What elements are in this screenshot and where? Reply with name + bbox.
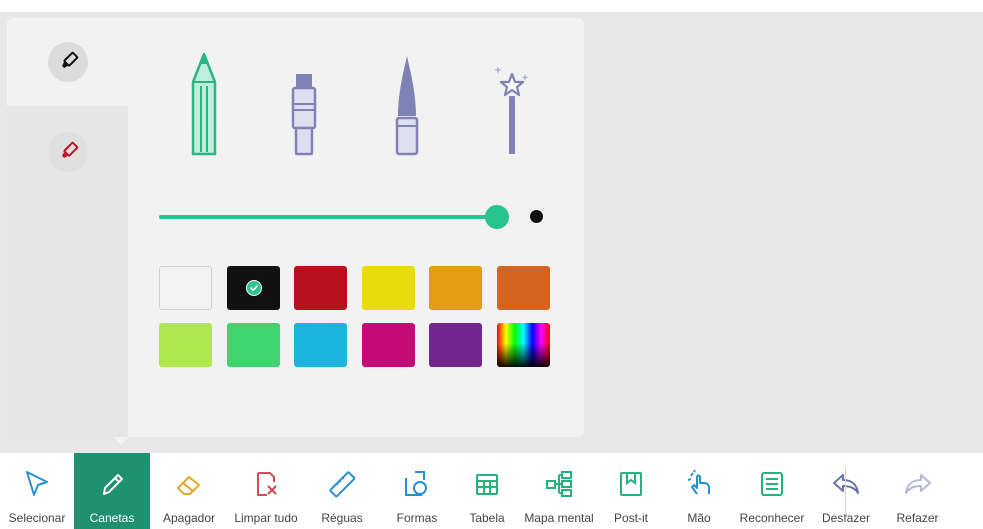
marker-pen-icon — [291, 74, 317, 156]
shapes-icon — [401, 467, 433, 501]
marker-icon — [61, 51, 78, 69]
color-swatch-8[interactable] — [294, 323, 347, 367]
tool-label: Canetas — [89, 511, 135, 525]
color-swatch-4[interactable] — [429, 266, 482, 310]
pen-type-marker[interactable] — [274, 52, 334, 162]
color-swatch-3[interactable] — [362, 266, 415, 310]
tool-undo-button[interactable]: Desfazer — [810, 453, 882, 529]
tool-shapes-button[interactable]: Formas — [380, 453, 454, 529]
pen-category-sidebar — [7, 18, 128, 437]
tool-mind-map-button[interactable]: Mapa mental — [520, 453, 598, 529]
pen-type-brush[interactable] — [377, 52, 437, 162]
color-swatch-10[interactable] — [429, 323, 482, 367]
tool-label: Tabela — [469, 511, 505, 525]
table-icon — [471, 467, 503, 501]
pen-settings-panel — [7, 18, 584, 437]
tool-pen-button[interactable]: Canetas — [74, 453, 150, 529]
color-swatch-2[interactable] — [294, 266, 347, 310]
thickness-slider-thumb[interactable] — [485, 205, 509, 229]
tool-label: Réguas — [321, 511, 363, 525]
tool-label: Mapa mental — [524, 511, 594, 525]
toolbar-divider — [845, 467, 846, 515]
clear-all-icon — [250, 467, 282, 501]
hand-icon — [683, 467, 715, 501]
bottom-toolbar: Selecionar Canetas Apagador Limpar tudo Régu… — [0, 453, 983, 529]
magic-wand-icon — [494, 66, 529, 154]
mind-map-icon — [543, 467, 575, 501]
color-swatch-1[interactable] — [227, 266, 280, 310]
tool-label: Post-it — [613, 511, 648, 525]
pencil-icon — [191, 52, 217, 156]
pen-category-tab-pen[interactable] — [7, 18, 128, 106]
tool-label: Limpar tudo — [234, 511, 298, 525]
tool-label: Mão — [687, 511, 711, 525]
cursor-icon — [21, 467, 53, 501]
color-swatch-6[interactable] — [159, 323, 212, 367]
tool-eraser-button[interactable]: Apagador — [150, 453, 228, 529]
color-swatch-5[interactable] — [497, 266, 550, 310]
tool-recognize-button[interactable]: Reconhecer — [734, 453, 810, 529]
pen-type-pencil[interactable] — [174, 52, 234, 162]
ruler-icon — [326, 467, 358, 501]
tool-cursor-button[interactable]: Selecionar — [0, 453, 74, 529]
pen-type-magic[interactable] — [480, 52, 540, 162]
custom-color-picker[interactable] — [497, 323, 550, 367]
red-marker-icon — [61, 141, 78, 159]
selected-check-icon — [245, 280, 262, 296]
thickness-slider[interactable] — [159, 204, 509, 230]
tool-label: Selecionar — [8, 511, 66, 525]
tool-post-it-button[interactable]: Post-it — [598, 453, 664, 529]
undo-icon — [830, 467, 862, 501]
recognize-icon — [756, 467, 788, 501]
color-swatch-0[interactable] — [159, 266, 212, 310]
tool-label: Formas — [396, 511, 438, 525]
tool-ruler-button[interactable]: Réguas — [304, 453, 380, 529]
eraser-icon — [173, 467, 205, 501]
redo-icon — [902, 467, 934, 501]
brush-pen-icon — [395, 56, 419, 156]
pen-icon — [96, 467, 128, 501]
pen-category-tab-highlighter[interactable] — [7, 108, 128, 196]
post-it-icon — [615, 467, 647, 501]
color-swatch-7[interactable] — [227, 323, 280, 367]
tool-label: Desfazer — [821, 511, 871, 525]
tool-table-button[interactable]: Tabela — [454, 453, 520, 529]
tool-redo-button[interactable]: Refazer — [882, 453, 953, 529]
thickness-slider-fill — [159, 215, 497, 219]
tool-label: Refazer — [896, 511, 939, 525]
color-swatch-9[interactable] — [362, 323, 415, 367]
thickness-preview-dot — [530, 210, 543, 223]
tool-hand-button[interactable]: Mão — [664, 453, 734, 529]
panel-pointer-arrow — [113, 437, 129, 445]
tool-label: Reconhecer — [739, 511, 805, 525]
tool-label: Apagador — [162, 511, 216, 525]
tool-clear-all-button[interactable]: Limpar tudo — [228, 453, 304, 529]
